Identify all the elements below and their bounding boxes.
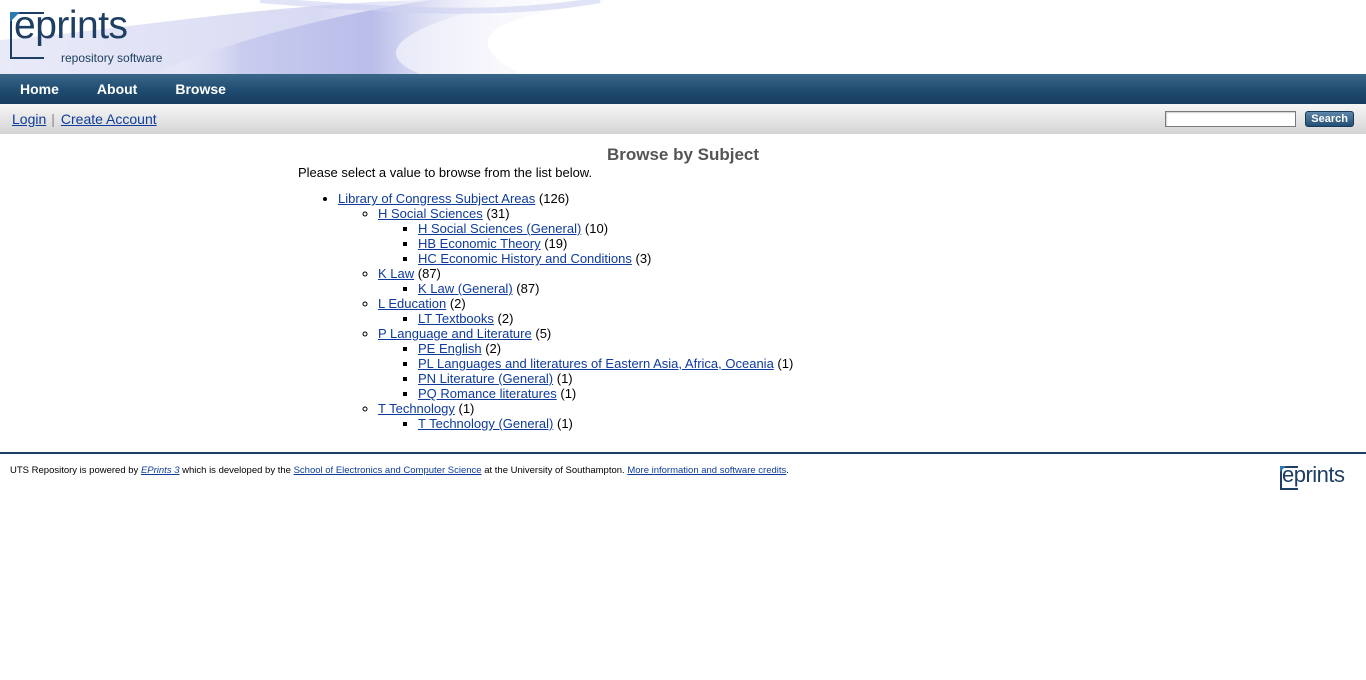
subject-link[interactable]: PL Languages and literatures of Eastern … — [418, 356, 774, 371]
credits-link[interactable]: More information and software credits — [627, 465, 786, 476]
footer-credits: UTS Repository is powered by EPrints 3 w… — [10, 465, 789, 476]
create-account-link[interactable]: Create Account — [61, 111, 157, 127]
user-bar: Login | Create Account Search — [0, 104, 1366, 134]
subject-count: (87) — [417, 266, 441, 281]
subject-link[interactable]: HC Economic History and Conditions — [418, 251, 632, 266]
subject-item: PL Languages and literatures of Eastern … — [418, 356, 793, 371]
subject-count: (2) — [497, 311, 514, 326]
subject-item: H Social Sciences (31) H Social Sciences… — [378, 206, 793, 266]
subject-item: PN Literature (General) (1) — [418, 371, 793, 386]
subject-item: K Law (87) K Law (General) (87) — [378, 266, 793, 296]
footer-eprints-logo[interactable]: eprints — [1280, 464, 1360, 494]
school-link[interactable]: School of Electronics and Computer Scien… — [294, 465, 482, 476]
subject-link[interactable]: L Education — [378, 296, 446, 311]
subject-count: (2) — [449, 296, 466, 311]
logo-wordmark: eprints — [14, 4, 128, 47]
subject-item: L Education (2) LT Textbooks (2) — [378, 296, 793, 326]
subject-count: (1) — [560, 386, 577, 401]
eprints-link[interactable]: EPrints 3 — [141, 465, 180, 476]
subject-count: (1) — [777, 356, 794, 371]
subject-item: PQ Romance literatures (1) — [418, 386, 793, 401]
search-input[interactable] — [1165, 111, 1297, 127]
subject-item: H Social Sciences (General) (10) — [418, 221, 793, 236]
subject-link[interactable]: Library of Congress Subject Areas — [338, 191, 535, 206]
subject-item: HC Economic History and Conditions (3) — [418, 251, 793, 266]
footer-logo-wordmark: eprints — [1282, 462, 1345, 487]
subject-count: (126) — [538, 191, 570, 206]
subject-count: (1) — [557, 416, 573, 431]
subject-link[interactable]: PQ Romance literatures — [418, 386, 557, 401]
subject-item: P Language and Literature (5) PE English… — [378, 326, 793, 401]
search-button[interactable]: Search — [1305, 111, 1354, 127]
subject-item: T Technology (1) T Technology (General) … — [378, 401, 793, 431]
subject-link[interactable]: T Technology — [378, 401, 455, 416]
site-header: eprints repository software — [0, 0, 1366, 74]
subject-link[interactable]: H Social Sciences (General) — [418, 221, 581, 236]
subject-link[interactable]: P Language and Literature — [378, 326, 532, 341]
eprints-logo[interactable]: eprints repository software — [10, 6, 190, 66]
subject-item: K Law (General) (87) — [418, 281, 793, 296]
footer-text-3: at the University of Southampton. — [481, 465, 628, 476]
subject-count: (87) — [516, 281, 540, 296]
subject-item: PE English (2) — [418, 341, 793, 356]
footer-text-1: UTS Repository is powered by — [10, 465, 141, 476]
subject-link[interactable]: PN Literature (General) — [418, 371, 553, 386]
subject-count: (31) — [486, 206, 510, 221]
subject-item: LT Textbooks (2) — [418, 311, 793, 326]
main-content: Browse by Subject Please select a value … — [0, 134, 1366, 452]
subject-link[interactable]: PE English — [418, 341, 482, 356]
subject-link[interactable]: H Social Sciences — [378, 206, 483, 221]
nav-home[interactable]: Home — [20, 81, 59, 97]
divider: | — [51, 111, 55, 127]
subject-link[interactable]: LT Textbooks — [418, 311, 494, 326]
subject-link[interactable]: T Technology (General) — [418, 416, 553, 431]
subject-tree: Library of Congress Subject Areas (126) … — [298, 191, 793, 431]
search-form: Search — [1165, 111, 1354, 127]
subject-item: T Technology (General) (1) — [418, 416, 793, 431]
intro-text: Please select a value to browse from the… — [298, 165, 593, 180]
nav-about[interactable]: About — [97, 81, 137, 97]
subject-item: HB Economic Theory (19) — [418, 236, 793, 251]
page-title: Browse by Subject — [606, 145, 760, 164]
subject-count: (19) — [544, 236, 568, 251]
nav-browse[interactable]: Browse — [175, 81, 226, 97]
subject-count: (5) — [535, 326, 552, 341]
login-link[interactable]: Login — [12, 111, 46, 127]
subject-count: (1) — [458, 401, 475, 416]
subject-item-root: Library of Congress Subject Areas (126) … — [338, 191, 793, 431]
subject-count: (1) — [556, 371, 573, 386]
subject-count: (3) — [635, 251, 652, 266]
site-footer: UTS Repository is powered by EPrints 3 w… — [0, 454, 1366, 514]
footer-text-2: which is developed by the — [179, 465, 294, 476]
subject-link[interactable]: K Law — [378, 266, 414, 281]
main-nav: Home About Browse — [0, 74, 1366, 104]
logo-tagline: repository software — [61, 51, 163, 65]
subject-count: (10) — [584, 221, 609, 236]
subject-count: (2) — [485, 341, 502, 356]
subject-link[interactable]: K Law (General) — [418, 281, 513, 296]
footer-text-4: . — [786, 465, 789, 476]
subject-link[interactable]: HB Economic Theory — [418, 236, 541, 251]
